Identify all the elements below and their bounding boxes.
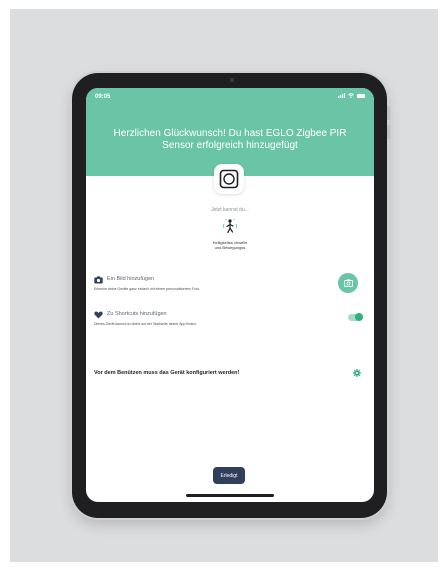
home-indicator[interactable] <box>186 494 274 497</box>
signal-icon <box>338 93 345 98</box>
feature-label: Helligkeitss chwelle und Bewegungss <box>212 240 248 250</box>
status-bar: 09:05 <box>86 92 374 104</box>
volume-button <box>387 106 390 120</box>
camera-icon <box>343 279 353 287</box>
configuration-warning: Vor dem Benützen muss das Gerät konfigur… <box>94 370 240 376</box>
status-icons <box>338 93 365 98</box>
motion-brightness-feature: Helligkeitss chwelle und Bewegungss <box>210 218 250 250</box>
add-shortcut-description: Dieses Gerät kannst du direkt auf der St… <box>94 322 197 326</box>
motion-person-icon <box>223 218 237 234</box>
add-photo-description: Erkenne deine Geräte ganz einfach mit ei… <box>94 287 200 291</box>
add-photo-button[interactable] <box>338 273 358 293</box>
front-camera <box>230 78 234 82</box>
heart-icon <box>94 311 103 319</box>
add-shortcut-title: Zu Shortcuts hinzufügen <box>107 311 167 317</box>
battery-icon <box>357 93 365 98</box>
status-time: 09:05 <box>95 94 111 100</box>
app-screen: 09:05 Herzlichen Glückwunsch! Du hast EG… <box>86 88 374 502</box>
camera-icon <box>94 276 103 284</box>
add-photo-title: Ein Bild hinzufügen <box>107 276 155 282</box>
page-title: Herzlichen Glückwunsch! Du hast EGLO Zig… <box>113 128 347 151</box>
intro-subtitle: Jetzt kannst du... <box>211 207 249 213</box>
wifi-icon <box>348 93 354 98</box>
done-button[interactable]: Erledigt <box>213 467 245 484</box>
shortcut-toggle[interactable] <box>348 313 363 321</box>
toggle-knob <box>355 313 363 321</box>
sensor-device-icon <box>214 164 244 194</box>
success-header: 09:05 Herzlichen Glückwunsch! Du hast EG… <box>86 88 374 176</box>
power-button <box>387 125 390 139</box>
gear-icon[interactable] <box>353 369 361 377</box>
